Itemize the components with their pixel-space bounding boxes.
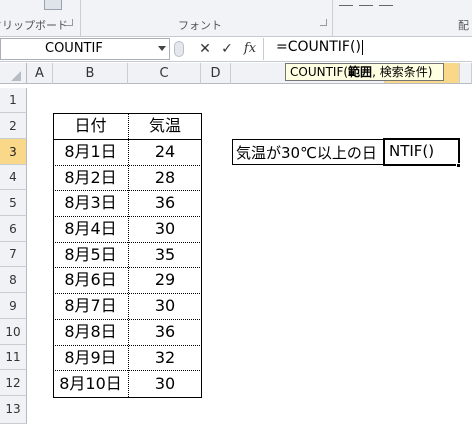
row-header-12[interactable]: 12 [0, 370, 27, 396]
date-cell[interactable]: 8月7日 [53, 293, 128, 319]
enter-icon[interactable]: ✓ [218, 39, 236, 59]
date-cell[interactable]: 8月10日 [53, 370, 128, 397]
ribbon-separator [80, 0, 81, 36]
column-header-g[interactable] [460, 63, 472, 84]
temp-cell[interactable]: 24 [128, 139, 202, 165]
insert-function-icon[interactable]: fx [240, 39, 260, 59]
formula-bar-splitter[interactable] [174, 41, 184, 57]
row-header-9[interactable]: 9 [0, 293, 27, 319]
temp-cell[interactable]: 32 [128, 345, 202, 370]
formula-text: =COUNTIF( [276, 39, 356, 55]
label-cell-text: 気温が30℃以上の日 [236, 144, 377, 162]
clipboard-dialog-launcher-icon[interactable] [66, 19, 73, 26]
date-cell[interactable]: 8月1日 [53, 139, 128, 165]
name-box-dropdown-icon[interactable] [158, 46, 166, 51]
row-header-7[interactable]: 7 [0, 242, 27, 267]
clipboard-group-label: クリップボード [0, 19, 68, 32]
date-cell[interactable]: 8月3日 [53, 190, 128, 216]
temp-cell[interactable]: 29 [128, 267, 202, 293]
tooltip-arg-range[interactable]: 範囲 [348, 65, 372, 79]
font-controls-area [86, 2, 326, 14]
font-dialog-launcher-icon[interactable] [320, 19, 327, 26]
row-header-11[interactable]: 11 [0, 345, 27, 370]
row-header-2[interactable]: 2 [0, 113, 27, 139]
temp-cell[interactable]: 30 [128, 370, 202, 397]
row-header-8[interactable]: 8 [0, 267, 27, 293]
row-header-13[interactable]: 13 [0, 396, 27, 424]
active-cell-editor[interactable]: NTIF() [383, 138, 460, 166]
name-box[interactable]: COUNTIF [0, 38, 170, 60]
row-header-3[interactable]: 3 [0, 139, 27, 165]
temp-cell[interactable]: 36 [128, 319, 202, 345]
date-cell[interactable]: 8月9日 [53, 345, 128, 370]
active-cell-text: NTIF() [389, 142, 435, 160]
header-temp[interactable]: 気温 [128, 113, 202, 139]
temp-cell[interactable]: 35 [128, 242, 202, 267]
align-middle-icon[interactable] [359, 0, 373, 6]
date-cell[interactable]: 8月4日 [53, 216, 128, 242]
font-group-label: フォント [178, 19, 222, 32]
date-cell[interactable]: 8月2日 [53, 165, 128, 190]
date-cell[interactable]: 8月5日 [53, 242, 128, 267]
tooltip-rest: , 検索条件) [372, 65, 433, 79]
align-bottom-icon[interactable] [379, 0, 393, 6]
row-header-4[interactable]: 4 [0, 165, 27, 190]
cancel-icon[interactable]: ✕ [196, 39, 214, 59]
column-header-c[interactable]: C [128, 63, 201, 84]
tooltip-function[interactable]: COUNTIF( [290, 65, 348, 79]
temp-cell[interactable]: 30 [128, 293, 202, 319]
fill-handle[interactable] [456, 163, 461, 168]
column-header-b[interactable]: B [53, 63, 128, 84]
row-header-6[interactable]: 6 [0, 216, 27, 242]
header-date[interactable]: 日付 [53, 113, 128, 139]
paste-icon[interactable] [44, 0, 62, 10]
column-header-d[interactable]: D [201, 63, 231, 84]
select-all-triangle-icon [11, 71, 21, 81]
formula-input[interactable]: =COUNTIF() [263, 38, 472, 60]
column-header-a[interactable]: A [27, 63, 53, 84]
row-header-1[interactable]: 1 [0, 88, 27, 113]
row-header-5[interactable]: 5 [0, 190, 27, 216]
date-cell[interactable]: 8月8日 [53, 319, 128, 345]
temp-cell[interactable]: 36 [128, 190, 202, 216]
row-header-10[interactable]: 10 [0, 319, 27, 345]
align-top-icon[interactable] [339, 0, 353, 6]
ribbon-separator [332, 0, 333, 36]
label-cell[interactable]: 気温が30℃以上の日 [232, 139, 386, 165]
date-cell[interactable]: 8月6日 [53, 267, 128, 293]
text-caret [361, 39, 363, 55]
temp-cell[interactable]: 30 [128, 216, 202, 242]
alignment-group-label: 配 [458, 19, 469, 32]
function-argument-tooltip[interactable]: COUNTIF(範囲, 検索条件) [285, 63, 444, 81]
temp-cell[interactable]: 28 [128, 165, 202, 190]
